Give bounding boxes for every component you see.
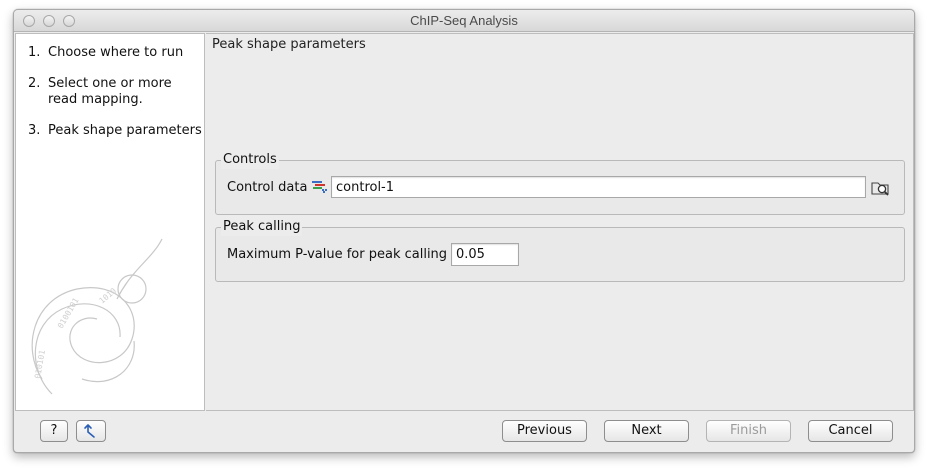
title-bar: ChIP-Seq Analysis [14, 10, 914, 32]
controls-legend: Controls [221, 151, 279, 169]
step-number: 3. [28, 123, 41, 138]
wizard-window: ChIP-Seq Analysis 1. Choose where to run… [13, 9, 915, 453]
next-button[interactable]: Next [604, 420, 689, 442]
page-heading: Peak shape parameters [212, 37, 366, 52]
peak-calling-group: Peak calling Maximum P-value for peak ca… [215, 218, 905, 282]
pvalue-field[interactable] [451, 243, 519, 266]
decorative-spiral-logo-icon: 0100101 1010 010101 [31, 238, 163, 395]
step-label: Choose where to run [48, 45, 184, 60]
reset-button[interactable] [76, 420, 106, 442]
pvalue-label: Maximum P-value for peak calling [227, 247, 448, 262]
step-label: Select one or more read mapping. [48, 76, 172, 107]
finish-button[interactable]: Finish [706, 420, 791, 442]
control-data-label: Control data [227, 180, 308, 195]
step-item-2: 2. Select one or more read mapping. [28, 76, 204, 108]
browse-folder-icon[interactable] [871, 178, 891, 198]
controls-group: Controls Control data [215, 151, 905, 215]
read-mapping-icon [312, 181, 327, 193]
wizard-content: Peak shape parameters Controls Control d… [206, 33, 914, 411]
help-button[interactable]: ? [40, 420, 68, 442]
wizard-steps-sidebar: 1. Choose where to run 2. Select one or … [15, 33, 205, 411]
step-label: Peak shape parameters [48, 123, 202, 138]
control-data-field[interactable] [331, 176, 866, 198]
previous-button[interactable]: Previous [502, 420, 587, 442]
reset-arrow-icon [84, 424, 95, 438]
svg-text:0100101: 0100101 [56, 296, 81, 330]
peak-calling-legend: Peak calling [221, 218, 303, 236]
window-title: ChIP-Seq Analysis [410, 13, 518, 28]
step-item-3: 3. Peak shape parameters [28, 123, 204, 139]
cancel-button[interactable]: Cancel [808, 420, 893, 442]
steps-list: 1. Choose where to run 2. Select one or … [28, 45, 204, 154]
step-number: 2. [28, 76, 41, 91]
step-item-1: 1. Choose where to run [28, 45, 204, 61]
step-number: 1. [28, 45, 41, 60]
